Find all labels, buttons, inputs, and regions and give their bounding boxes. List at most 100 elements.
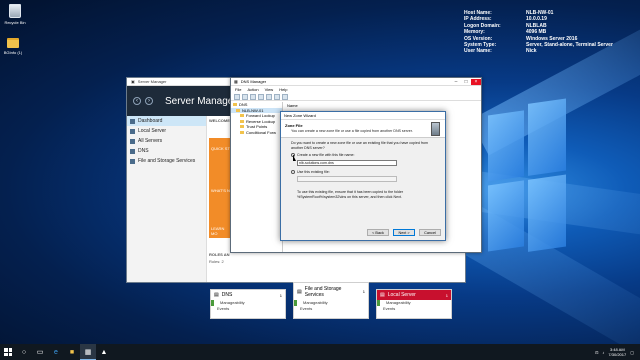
wallpaper-windows-logo: [488, 98, 566, 256]
dashboard-icon: [130, 118, 135, 124]
menu-file[interactable]: File: [235, 87, 241, 92]
storage-icon: [130, 158, 135, 164]
radio-unselected-icon: [291, 169, 295, 174]
search-icon: ○: [21, 348, 27, 356]
tile-row-events[interactable]: Events: [294, 306, 368, 312]
server-manager-icon: ▦: [84, 348, 92, 356]
server-icon: [431, 122, 440, 136]
edge-icon: e: [54, 348, 58, 356]
clock[interactable]: 3:48 AM 7/30/2017: [608, 347, 626, 357]
window-controls: – □ ×: [451, 78, 481, 85]
welcome-heading: WELCOME: [209, 118, 230, 123]
tile-row-events[interactable]: Events: [377, 306, 451, 312]
sidebar-item-label: DNS: [138, 148, 149, 154]
tree-item-conditional-forwarders[interactable]: Conditional Forw: [231, 130, 282, 136]
menu-view[interactable]: View: [265, 87, 274, 92]
recycle-bin-shortcut[interactable]: Recycle Bin: [2, 4, 28, 25]
radio-use-existing-file[interactable]: Use this existing file:: [291, 170, 435, 175]
export-icon[interactable]: [274, 93, 280, 100]
show-tree-icon[interactable]: [258, 93, 264, 100]
existing-file-input[interactable]: [297, 176, 397, 182]
tile-local-server[interactable]: ▤ Local Server 1 Manageability Events: [376, 289, 452, 319]
dns-icon: ▤: [214, 292, 219, 298]
dns-icon: ▲: [100, 348, 108, 356]
volume-icon[interactable]: ♪: [602, 350, 604, 355]
desktop: Recycle Bin BGInfo (1) Host Name: NLB-NW-…: [0, 0, 640, 344]
tile-title: File and Storage Services: [304, 285, 342, 298]
tile-count: 1: [279, 292, 282, 298]
close-button[interactable]: ×: [471, 78, 481, 85]
back-button[interactable]: < Back: [367, 229, 389, 236]
radio-label: Create a new file with this file name:: [297, 153, 355, 157]
tile-dns[interactable]: ▤ DNS 1 Manageability Events: [210, 289, 286, 319]
server-icon: [236, 108, 240, 112]
task-view-button[interactable]: ▭: [32, 344, 48, 360]
tile-title: Local Server: [387, 292, 416, 298]
folder-icon: [7, 38, 19, 48]
sidebar-item-dashboard[interactable]: Dashboard: [127, 116, 206, 126]
sidebar-item-local-server[interactable]: Local Server: [127, 126, 206, 136]
tile-file-storage[interactable]: ▤ File and Storage Services 1 Manageabilit…: [293, 282, 369, 319]
servers-icon: [130, 138, 135, 144]
dns-icon: [233, 103, 237, 107]
cancel-button[interactable]: Cancel: [419, 229, 441, 236]
radio-create-new-file[interactable]: Create a new file with this file name:: [291, 153, 435, 158]
new-zone-filename-input[interactable]: nlb-solutions.com.dns: [297, 159, 397, 166]
minimize-button[interactable]: –: [451, 79, 461, 85]
notifications-icon[interactable]: ▢: [630, 350, 634, 355]
tree-label: Conditional Forw: [246, 129, 277, 135]
folder-icon: [240, 125, 244, 129]
maximize-button[interactable]: □: [461, 79, 471, 85]
help-icon[interactable]: [282, 93, 288, 100]
wizard-subheading: You can create a new zone file or use a …: [291, 129, 413, 133]
sidebar-item-label: File and Storage Services: [138, 158, 196, 164]
window-title: DNS Manager: [240, 79, 267, 84]
bginfo-row: User Name: Nick: [464, 48, 613, 54]
wizard-heading: Zone File: [285, 123, 303, 128]
tree-label: Trust Points: [246, 124, 268, 130]
forward-icon[interactable]: [242, 93, 248, 100]
quick-start-link[interactable]: QUICK ST: [211, 146, 230, 151]
search-button[interactable]: ○: [16, 344, 32, 360]
start-button[interactable]: [0, 344, 16, 360]
dns-tree: DNS NLB-NW-01 Forward Lookup Reverse Loo…: [231, 102, 283, 252]
bginfo-shortcut[interactable]: BGInfo (1): [0, 38, 26, 55]
back-button[interactable]: ‹: [133, 97, 141, 105]
server-manager-sidebar: Dashboard Local Server All Servers DNS F…: [127, 116, 207, 282]
menu-bar: File Action View Help: [231, 86, 481, 93]
tile-header: ▤ File and Storage Services 1: [294, 283, 368, 300]
refresh-icon[interactable]: [266, 93, 272, 100]
menu-help[interactable]: Help: [279, 87, 287, 92]
taskbar-dns-manager[interactable]: ▲: [96, 344, 112, 360]
learn-more-link[interactable]: LEARN MO: [211, 226, 231, 236]
recycle-bin-icon: [9, 4, 21, 18]
radio-label: Use this existing file:: [297, 169, 330, 174]
taskbar-explorer[interactable]: ■: [64, 344, 80, 360]
sidebar-item-file-storage[interactable]: File and Storage Services: [127, 156, 206, 166]
wizard-header: Zone File You can create a new zone file…: [281, 120, 445, 138]
new-zone-wizard-dialog: New Zone Wizard Zone File You can create…: [280, 111, 446, 241]
wizard-note: To use this existing file, ensure that i…: [297, 190, 404, 199]
up-folder-icon[interactable]: [250, 93, 256, 100]
tree-label: Reverse Lookup: [246, 118, 276, 124]
back-icon[interactable]: [234, 93, 240, 100]
column-header-name[interactable]: Name: [287, 103, 298, 108]
wizard-body: Do you want to create a new zone file or…: [281, 138, 445, 202]
sidebar-item-dns[interactable]: DNS: [127, 146, 206, 156]
bginfo-panel: Host Name: NLB-NW-01 IP Address: 10.0.0.19…: [464, 10, 613, 55]
server-manager-app-icon: ▣: [131, 79, 135, 84]
taskbar-edge[interactable]: e: [48, 344, 64, 360]
tile-row-events[interactable]: Events: [211, 306, 285, 312]
menu-action[interactable]: Action: [247, 87, 258, 92]
bginfo-value: Nick: [526, 48, 537, 55]
system-tray: ⊡ ♪ 3:48 AM 7/30/2017 ▢: [595, 347, 640, 357]
sidebar-item-all-servers[interactable]: All Servers: [127, 136, 206, 146]
taskbar-server-manager[interactable]: ▦: [80, 344, 96, 360]
whats-new-link[interactable]: WHAT'S N: [211, 188, 230, 193]
bginfo-value: Server, Stand-alone, Terminal Server: [526, 42, 613, 49]
sidebar-item-label: All Servers: [138, 138, 163, 144]
tree-label: DNS: [239, 102, 248, 108]
forward-button[interactable]: ›: [145, 97, 153, 105]
next-button[interactable]: Next >: [393, 229, 415, 236]
network-icon[interactable]: ⊡: [595, 350, 598, 355]
